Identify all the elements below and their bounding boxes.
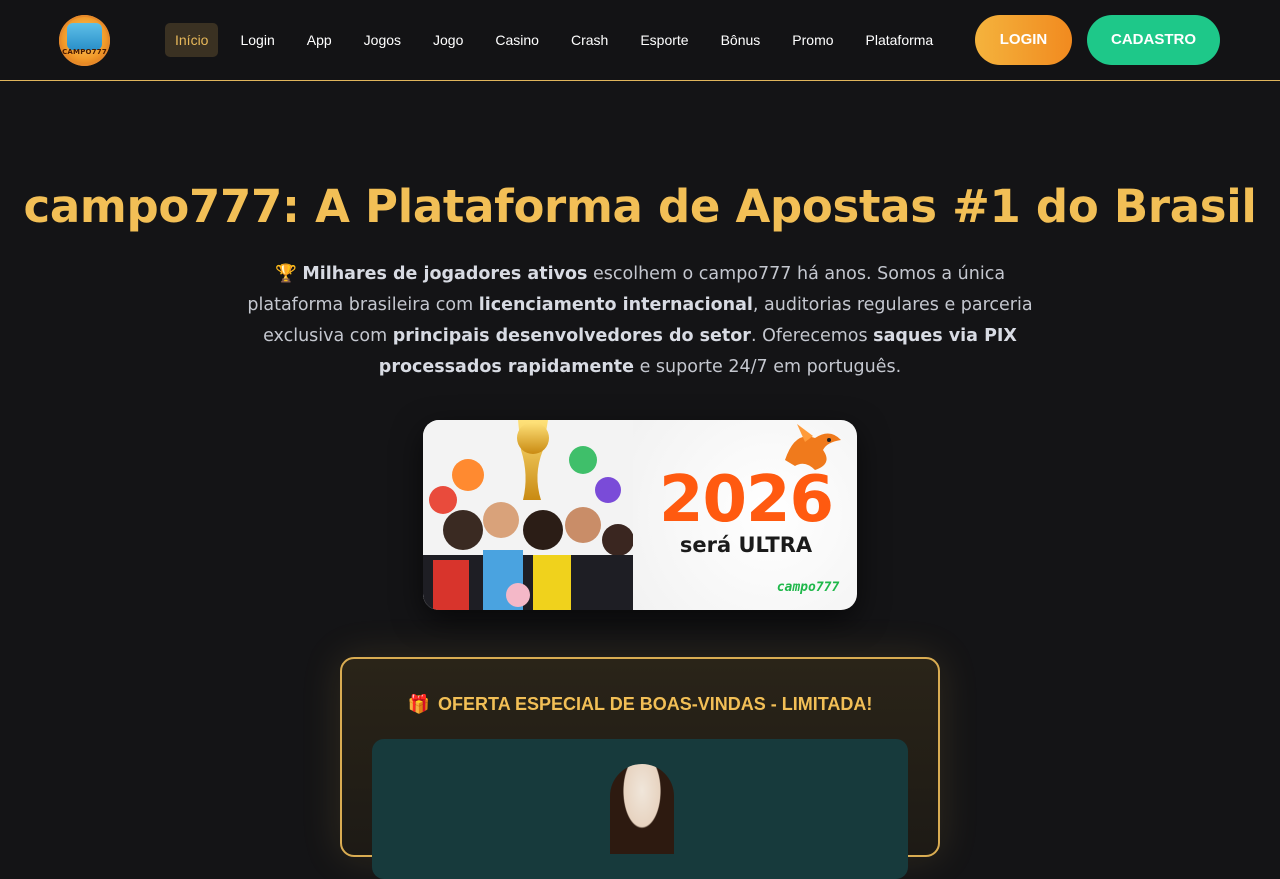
offer-media[interactable] — [372, 739, 908, 879]
banner-year: 2026 — [658, 463, 834, 537]
register-button[interactable]: CADASTRO — [1087, 15, 1220, 65]
nav-item-crash[interactable]: Crash — [555, 23, 624, 57]
nav-item-promo[interactable]: Promo — [776, 23, 849, 57]
hero-desc-bold-3: principais desenvolvedores do setor — [392, 326, 751, 346]
nav-item-jogos[interactable]: Jogos — [348, 23, 417, 57]
logo[interactable]: CAMPO777 — [59, 15, 110, 66]
nav-item-app[interactable]: App — [291, 23, 348, 57]
banner-characters-art — [423, 420, 633, 610]
nav-item-esporte[interactable]: Esporte — [624, 23, 704, 57]
promo-banner[interactable]: 2026 será ULTRA campo777 — [423, 420, 857, 610]
hero-desc-text-3: . Oferecemos — [750, 326, 874, 346]
gift-icon: 🎁 — [407, 694, 431, 714]
site-header: CAMPO777 Início Login App Jogos Jogo Cas… — [0, 0, 1280, 81]
nav-item-login[interactable]: Login — [224, 23, 290, 57]
hero-desc-text-4: e suporte 24/7 em português. — [634, 357, 902, 377]
nav-item-jogo[interactable]: Jogo — [417, 23, 479, 57]
logo-text: CAMPO777 — [62, 48, 107, 56]
login-button[interactable]: LOGIN — [975, 15, 1072, 65]
banner-brand: campo777 — [776, 580, 840, 595]
banner-tagline-normal: será — [679, 533, 739, 557]
offer-person-image — [610, 764, 674, 854]
logo-emblem-icon — [67, 23, 102, 50]
banner-tagline: será ULTRA — [636, 533, 856, 557]
hero-description: 🏆 Milhares de jogadores ativos escolhem … — [240, 259, 1040, 383]
offer-title: 🎁 OFERTA ESPECIAL DE BOAS-VINDAS - LIMITA… — [342, 694, 938, 715]
main-nav: Início Login App Jogos Jogo Casino Crash… — [165, 23, 949, 57]
hero-desc-bold-2: licenciamento internacional — [478, 295, 753, 315]
trophy-icon: 🏆 — [274, 264, 297, 284]
offer-title-text: OFERTA ESPECIAL DE BOAS-VINDAS - LIMITAD… — [438, 694, 873, 714]
nav-item-inicio[interactable]: Início — [165, 23, 219, 57]
nav-item-plataforma[interactable]: Plataforma — [850, 23, 950, 57]
welcome-offer-box: 🎁 OFERTA ESPECIAL DE BOAS-VINDAS - LIMITA… — [340, 657, 940, 879]
hero-desc-bold-1: Milhares de jogadores ativos — [302, 264, 588, 284]
banner-tagline-bold: ULTRA — [738, 533, 813, 557]
nav-item-bonus[interactable]: Bônus — [705, 23, 777, 57]
nav-item-casino[interactable]: Casino — [479, 23, 555, 57]
hero-title: campo777: A Plataforma de Apostas #1 do … — [23, 180, 1257, 233]
